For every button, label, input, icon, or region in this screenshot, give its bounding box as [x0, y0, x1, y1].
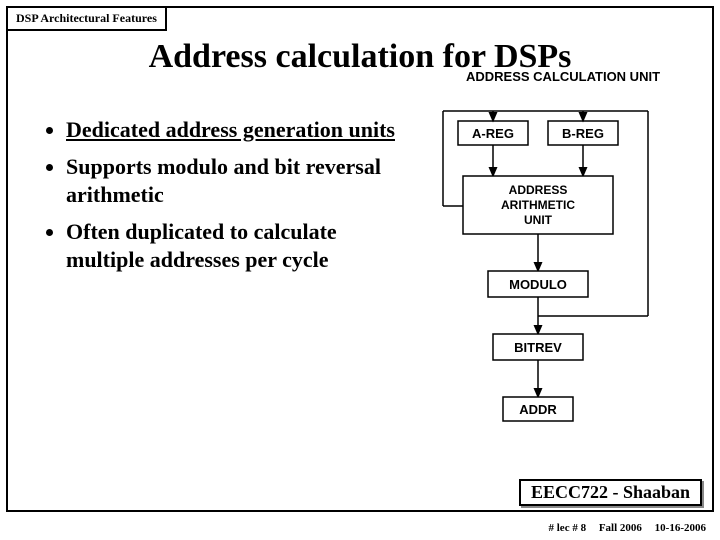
aau-line3: UNIT [524, 213, 553, 227]
footer-date: 10-16-2006 [655, 522, 706, 534]
bullet-item: Dedicated address generation units [66, 116, 408, 145]
breg-label: B-REG [562, 126, 604, 141]
category-tag: DSP Architectural Features [6, 6, 167, 31]
footer-term: Fall 2006 [599, 522, 642, 534]
areg-label: A-REG [472, 126, 514, 141]
aau-line2: ARITHMETIC [501, 198, 575, 212]
diagram-caption: ADDRESS CALCULATION UNIT [466, 69, 660, 84]
modulo-label: MODULO [509, 277, 567, 292]
footer-page: # lec # 8 [549, 522, 587, 534]
bitrev-label: BITREV [514, 340, 562, 355]
content-row: Dedicated address generation units Suppo… [8, 116, 712, 283]
aau-line1: ADDRESS [509, 183, 568, 197]
diagram-svg: ADDRESS CALCULATION UNIT A-REG B-REG ADD… [408, 66, 688, 466]
bullet-list: Dedicated address generation units Suppo… [48, 116, 408, 283]
block-diagram: ADDRESS CALCULATION UNIT A-REG B-REG ADD… [408, 116, 692, 283]
bullet-item: Supports modulo and bit reversal arithme… [66, 153, 408, 210]
bullet-text: Dedicated address generation units [66, 117, 395, 142]
addr-label: ADDR [519, 402, 557, 417]
footer-meta: # lec # 8 Fall 2006 10-16-2006 [539, 522, 707, 534]
footer-course: EECC722 - Shaaban [519, 479, 702, 506]
slide-frame: DSP Architectural Features Address calcu… [6, 6, 714, 512]
bullet-item: Often duplicated to calculate multiple a… [66, 218, 408, 275]
